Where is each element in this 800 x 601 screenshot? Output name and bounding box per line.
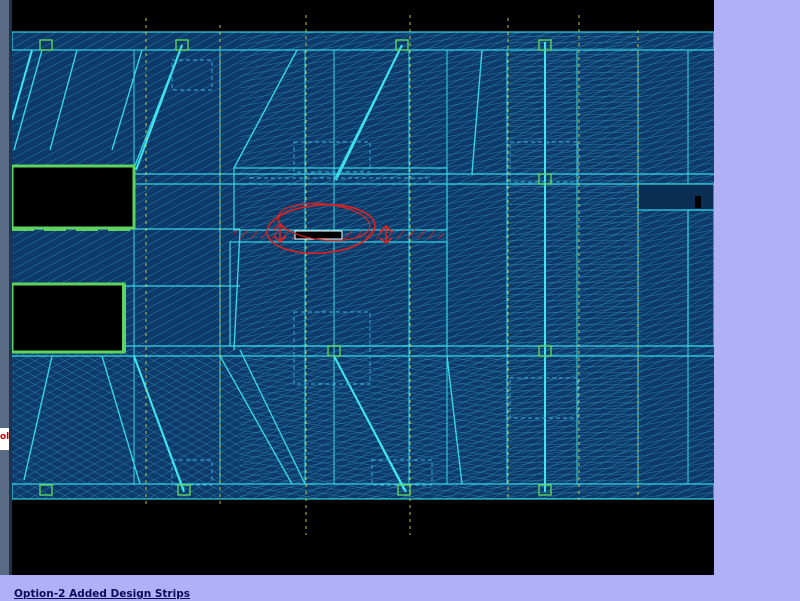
- cad-drawing-canvas[interactable]: [12, 0, 714, 575]
- slab-plan: [12, 32, 714, 499]
- side-marker-label: ol: [0, 432, 10, 442]
- opening-small: [695, 196, 701, 208]
- figure-caption: Option-2 Added Design Strips: [14, 588, 190, 600]
- window-left-edge: [0, 0, 12, 575]
- opening-block-icon: [294, 230, 343, 240]
- side-marker: ol: [0, 428, 9, 450]
